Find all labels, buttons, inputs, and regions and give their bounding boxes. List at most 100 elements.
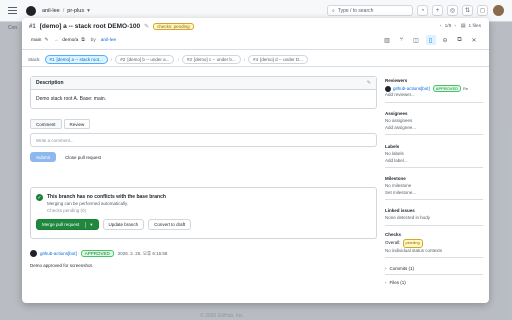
pr-number: #1 bbox=[29, 23, 36, 30]
review-body: Demo approved for screenshot. bbox=[30, 263, 94, 268]
files-toggle[interactable]: › Files (1) bbox=[385, 280, 483, 285]
pr-nav-position: 1/8 bbox=[444, 24, 452, 29]
add-assignee-link[interactable]: Add assignee... bbox=[385, 125, 483, 132]
add-label-link[interactable]: Add label... bbox=[385, 158, 483, 165]
breadcrumb-separator: / bbox=[62, 7, 65, 14]
checks-section: Checks Overall: pending No individual st… bbox=[385, 232, 483, 258]
share-icon[interactable]: ⊖ bbox=[440, 35, 450, 45]
stack-item-1[interactable]: #1 [demo] a -- stack root... bbox=[44, 55, 108, 64]
reviewer-name[interactable]: github-actions[bot] bbox=[40, 251, 77, 256]
review-timestamp: 2026. 2. 25. 오후 6:15:58 bbox=[117, 250, 168, 256]
copilot-icon[interactable]: ◔ bbox=[417, 5, 428, 16]
pr-modal: #1 [demo] a -- stack root DEMO-100 ✎ che… bbox=[22, 18, 489, 303]
tab-review[interactable]: Review bbox=[63, 119, 91, 129]
check-circle-icon: ✓ bbox=[36, 194, 43, 201]
head-branch: demo/a bbox=[62, 37, 79, 43]
author-link[interactable]: anil-lee bbox=[101, 38, 116, 43]
stack-item-4[interactable]: #4 [demo] d -- under D... bbox=[248, 55, 308, 64]
edit-base-icon[interactable]: ✎ bbox=[44, 38, 48, 43]
modal-header: #1 [demo] a -- stack root DEMO-100 ✎ che… bbox=[22, 18, 489, 50]
breadcrumb-repo[interactable]: pr-plus bbox=[67, 8, 84, 14]
merge-status-title: This branch has no conflicts with the ba… bbox=[47, 194, 166, 200]
repo-switcher-icon[interactable]: ▾ bbox=[87, 8, 90, 14]
chevron-right-icon: › bbox=[385, 280, 387, 285]
description-body: Demo stack root A. Base: main. bbox=[36, 96, 107, 102]
issues-icon[interactable]: ◎ bbox=[447, 5, 458, 16]
pull-requests-icon[interactable]: ⇅ bbox=[462, 5, 473, 16]
user-avatar[interactable] bbox=[493, 5, 504, 16]
labels-section: Labels No labels Add label... bbox=[385, 144, 483, 168]
chevron-right-icon: › bbox=[177, 57, 179, 62]
files-label[interactable]: Files (1) bbox=[390, 280, 406, 285]
stack-item-2[interactable]: #2 [demo] b -- under a... bbox=[115, 55, 175, 64]
base-branch: main bbox=[31, 37, 42, 43]
bookmark-icon[interactable]: ▯ bbox=[425, 35, 436, 45]
edit-title-icon[interactable]: ✎ bbox=[144, 23, 149, 30]
compose-area: Comment Review Write a comment... Submit… bbox=[30, 119, 377, 167]
search-icon: ⌕ bbox=[332, 7, 335, 14]
stack-navigation: Stack: #1 [demo] a -- stack root... › #2[… bbox=[22, 53, 489, 67]
commits-label[interactable]: Commits (1) bbox=[390, 266, 415, 271]
toggle-sidebar-icon[interactable]: ▥ bbox=[382, 35, 392, 45]
external-link-icon[interactable]: ⧉ bbox=[455, 35, 465, 45]
files-icon: ▤ bbox=[460, 24, 466, 29]
convert-draft-button[interactable]: Convert to draft bbox=[148, 219, 192, 230]
description-heading: Description bbox=[36, 80, 64, 86]
milestone-heading: Milestone bbox=[385, 176, 406, 181]
by-label: by bbox=[90, 37, 96, 43]
add-reviewer-link[interactable]: Add reviewer... bbox=[385, 92, 483, 99]
github-logo-icon[interactable] bbox=[26, 5, 36, 16]
menu-icon[interactable] bbox=[8, 7, 17, 14]
next-pr-icon[interactable]: › bbox=[454, 24, 456, 29]
merge-options-chevron-icon[interactable]: ▾ bbox=[85, 221, 93, 228]
comment-input[interactable]: Write a comment... bbox=[30, 133, 377, 147]
chevron-right-icon: › bbox=[110, 57, 113, 62]
merge-pr-button[interactable]: Merge pull request ▾ bbox=[36, 219, 99, 230]
assignees-section: Assignees No assignees Add assignee... bbox=[385, 111, 483, 135]
edit-description-icon[interactable]: ✎ bbox=[367, 80, 371, 86]
rerequest-review-link[interactable]: Re bbox=[463, 86, 468, 91]
prev-pr-icon[interactable]: ‹ bbox=[440, 24, 442, 29]
assignees-heading: Assignees bbox=[385, 111, 408, 116]
sidebar-reviewer-name[interactable]: github-actions[bot] bbox=[393, 86, 430, 91]
checks-status-badge: checks: pending bbox=[153, 23, 194, 30]
merge-status-subtitle: Merging can be performed automatically. bbox=[47, 201, 129, 206]
stack-item-3[interactable]: #3 [demo] c -- under b... bbox=[181, 55, 241, 64]
tab-comment[interactable]: Comment bbox=[30, 119, 62, 129]
chevron-right-icon: › bbox=[243, 57, 246, 62]
description-card: Description ✎ Demo stack root A. Base: ma… bbox=[30, 76, 377, 109]
checks-value: No individual status contexts bbox=[385, 247, 443, 253]
update-branch-button[interactable]: Update branch bbox=[102, 219, 145, 230]
close-icon[interactable]: ✕ bbox=[469, 35, 479, 45]
create-new-icon[interactable]: + bbox=[432, 5, 443, 16]
arrow-left-icon: ← bbox=[54, 37, 60, 43]
search-input[interactable]: ⌕ Type / to search bbox=[327, 5, 413, 16]
notifications-icon[interactable]: ◻ bbox=[477, 5, 488, 16]
linked-issues-heading: Linked issues bbox=[385, 208, 415, 213]
review-icon[interactable]: ◫ bbox=[411, 35, 421, 45]
files-count[interactable]: 1 files bbox=[468, 24, 481, 29]
merge-box: ✓ This branch has no conflicts with the … bbox=[30, 187, 377, 239]
checks-heading: Checks bbox=[385, 232, 402, 237]
reviewer-avatar bbox=[385, 85, 391, 92]
labels-heading: Labels bbox=[385, 144, 400, 149]
copy-branch-icon[interactable]: ⧉ bbox=[81, 37, 84, 43]
close-pr-button[interactable]: Close pull request bbox=[59, 152, 107, 162]
breadcrumb-owner[interactable]: anil-lee bbox=[42, 8, 60, 14]
review-entry: github-actions[bot] APPROVED 2026. 2. 25… bbox=[30, 250, 377, 274]
sidebar-review-state: APPROVED bbox=[432, 85, 462, 92]
commits-toggle[interactable]: › Commits (1) bbox=[385, 266, 483, 275]
stack-label: Stack: bbox=[28, 57, 41, 62]
set-milestone-link[interactable]: Set milestone... bbox=[385, 190, 483, 197]
checks-overall-label: Overall: bbox=[385, 240, 401, 245]
checks-overall-badge: pending bbox=[402, 239, 423, 248]
pr-title: [demo] a -- stack root DEMO-100 bbox=[39, 23, 141, 30]
reviewers-section: Reviewers github-actions[bot] APPROVED R… bbox=[385, 78, 483, 103]
merge-checks-status: Checks pending (0) bbox=[47, 208, 87, 213]
linked-issues-section: Linked issues None detected in body bbox=[385, 208, 483, 226]
chevron-right-icon: › bbox=[385, 266, 387, 271]
reviewers-heading: Reviewers bbox=[385, 78, 408, 83]
linked-issues-value: None detected in body bbox=[385, 215, 431, 220]
submit-button[interactable]: Submit bbox=[30, 152, 57, 162]
branch-icon[interactable]: ⑂ bbox=[397, 35, 407, 45]
